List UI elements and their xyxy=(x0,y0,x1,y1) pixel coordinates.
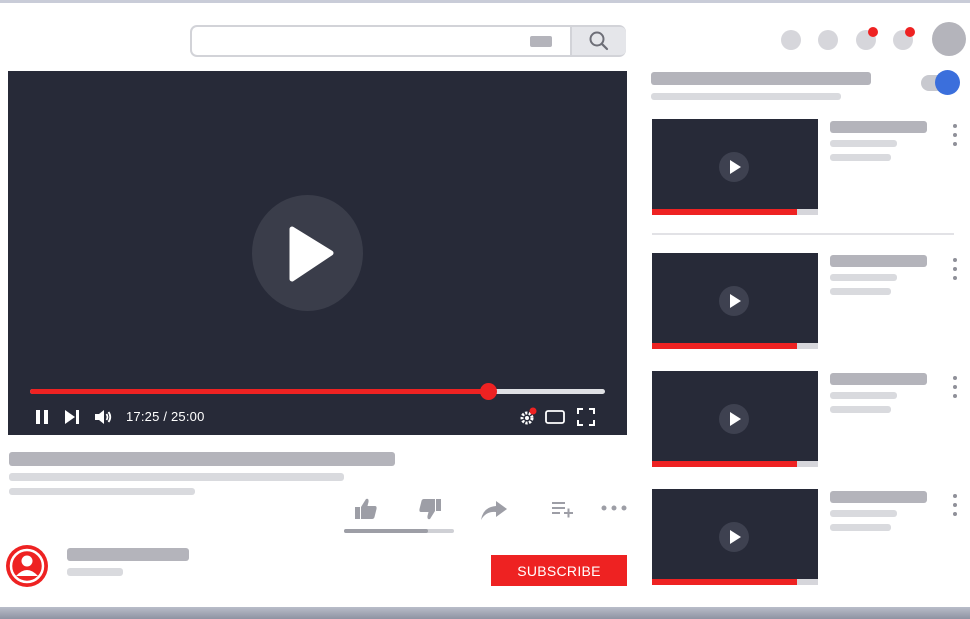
more-vertical-icon[interactable] xyxy=(953,494,957,521)
volume-icon[interactable] xyxy=(93,407,113,427)
create-icon[interactable] xyxy=(781,30,801,50)
watched-progress-fill xyxy=(652,579,798,585)
recommended-meta xyxy=(830,524,891,531)
keyboard-icon[interactable] xyxy=(530,36,552,47)
watched-progress-bar xyxy=(652,209,818,215)
more-vertical-icon[interactable] xyxy=(953,258,957,285)
miniplayer-icon[interactable] xyxy=(544,407,566,427)
share-icon[interactable] xyxy=(479,497,509,523)
add-to-playlist-icon[interactable] xyxy=(551,499,575,519)
recommended-meta xyxy=(830,406,891,413)
video-thumbnail[interactable] xyxy=(652,119,818,215)
mini-play-button xyxy=(719,522,749,552)
user-icon xyxy=(9,548,45,584)
autoplay-toggle[interactable] xyxy=(921,70,960,95)
video-description xyxy=(9,488,195,495)
play-icon xyxy=(730,160,741,174)
autoplay-toggle-knob xyxy=(935,70,960,95)
recommended-title[interactable] xyxy=(830,121,927,133)
recommended-meta xyxy=(830,154,891,161)
recommended-title[interactable] xyxy=(830,491,927,503)
recommended-title[interactable] xyxy=(830,255,927,267)
progress-played xyxy=(30,389,489,394)
up-next-subheading xyxy=(651,93,841,100)
like-ratio-fill xyxy=(344,529,428,533)
play-icon xyxy=(730,530,741,544)
notification-dot xyxy=(868,27,878,37)
watched-progress-fill xyxy=(652,343,798,349)
apps-icon[interactable] xyxy=(818,30,838,50)
fullscreen-icon[interactable] xyxy=(576,407,596,427)
recommended-channel xyxy=(830,392,897,399)
search-icon xyxy=(589,31,609,51)
recommended-channel xyxy=(830,140,897,147)
play-icon xyxy=(289,226,334,282)
progress-scrubber[interactable] xyxy=(480,383,498,400)
progress-bar[interactable] xyxy=(30,383,605,400)
watched-progress-bar xyxy=(652,343,818,349)
play-button[interactable] xyxy=(252,195,363,311)
channel-avatar[interactable] xyxy=(6,545,48,587)
like-ratio-bar xyxy=(344,529,454,533)
recommended-channel xyxy=(830,510,897,517)
video-thumbnail[interactable] xyxy=(652,489,818,585)
subscribe-button[interactable]: SUBSCRIBE xyxy=(491,555,627,586)
up-next-heading xyxy=(651,72,871,85)
watched-progress-fill xyxy=(652,209,798,215)
settings-gear-icon[interactable] xyxy=(518,407,538,427)
divider xyxy=(652,233,954,235)
account-avatar[interactable] xyxy=(932,22,966,56)
watched-progress-bar xyxy=(652,461,818,467)
recommended-title[interactable] xyxy=(830,373,927,385)
play-icon xyxy=(730,412,741,426)
mini-play-button xyxy=(719,152,749,182)
search-button[interactable] xyxy=(570,27,626,55)
video-thumbnail[interactable] xyxy=(652,371,818,467)
watched-progress-fill xyxy=(652,461,798,467)
more-horizontal-icon[interactable] xyxy=(600,503,628,513)
notification-dot xyxy=(905,27,915,37)
window-bottom-border xyxy=(0,607,970,619)
video-meta xyxy=(9,473,344,481)
play-icon xyxy=(730,294,741,308)
search-bar[interactable] xyxy=(190,25,626,57)
video-player[interactable]: 17:25 / 25:00 xyxy=(8,71,627,435)
video-title xyxy=(9,452,395,466)
thumbs-up-icon[interactable] xyxy=(353,496,379,522)
watched-progress-bar xyxy=(652,579,818,585)
skip-next-icon[interactable] xyxy=(63,407,81,427)
recommended-channel xyxy=(830,274,897,281)
time-display: 17:25 / 25:00 xyxy=(126,409,205,424)
mini-play-button xyxy=(719,404,749,434)
video-thumbnail[interactable] xyxy=(652,253,818,349)
thumbs-down-icon[interactable] xyxy=(417,496,443,522)
channel-name[interactable] xyxy=(67,548,189,561)
more-vertical-icon[interactable] xyxy=(953,124,957,151)
subscriber-count xyxy=(67,568,123,576)
more-vertical-icon[interactable] xyxy=(953,376,957,403)
window-top-border xyxy=(0,0,970,3)
mini-play-button xyxy=(719,286,749,316)
pause-icon[interactable] xyxy=(34,407,50,427)
recommended-meta xyxy=(830,288,891,295)
